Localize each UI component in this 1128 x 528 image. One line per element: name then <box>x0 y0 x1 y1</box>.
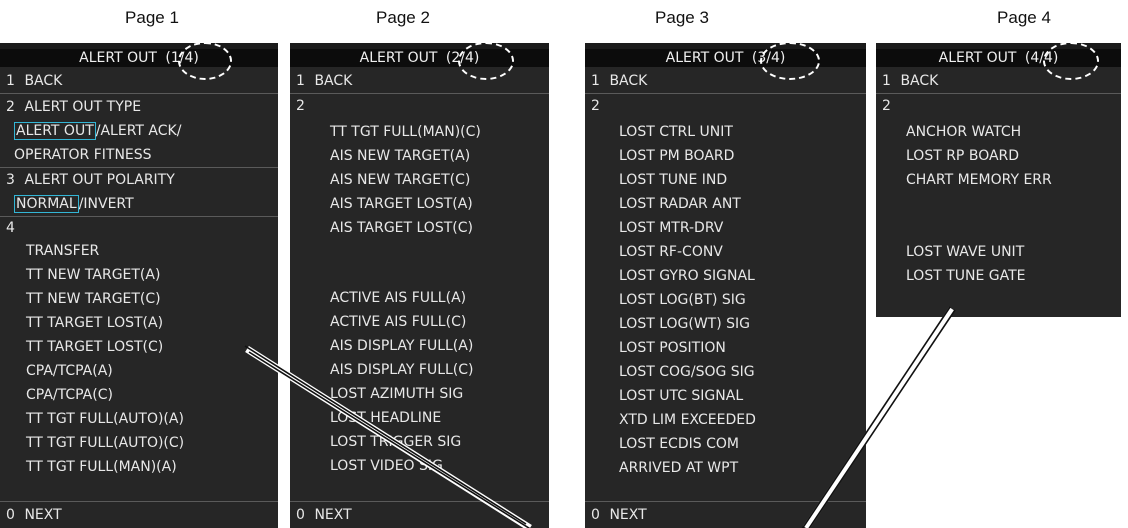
connector-lines <box>244 306 956 528</box>
connector-outline <box>245 307 955 528</box>
